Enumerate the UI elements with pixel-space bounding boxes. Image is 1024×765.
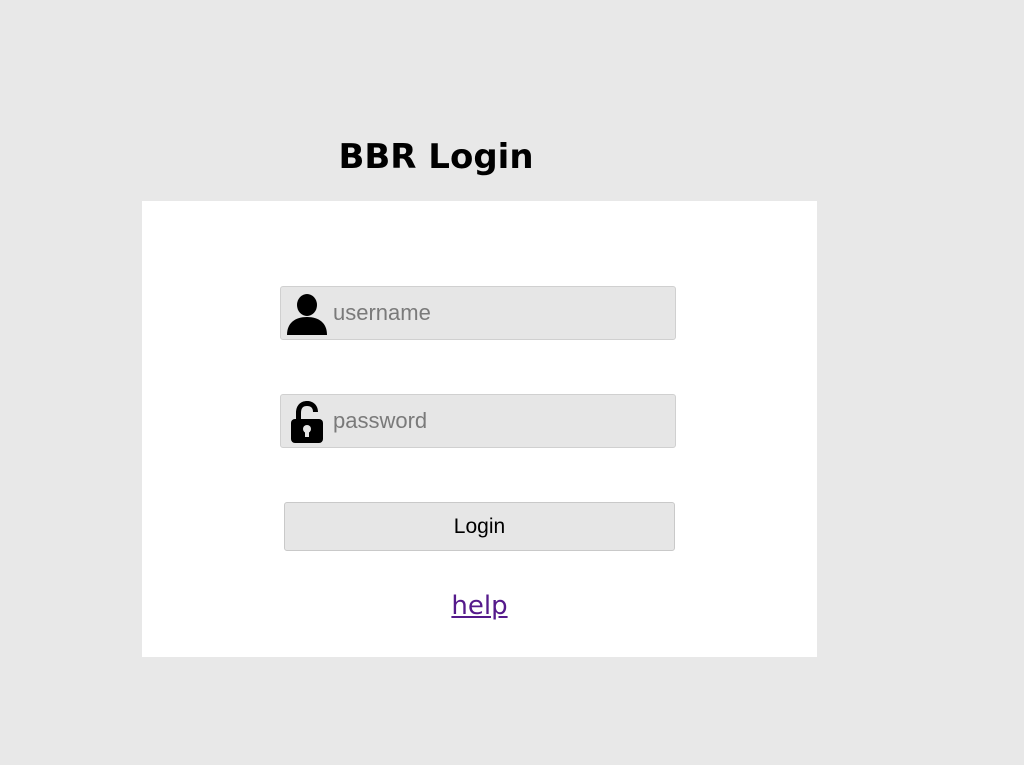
login-button[interactable]: Login [284, 502, 675, 551]
login-card: Login help [142, 201, 817, 657]
lock-icon [285, 401, 329, 443]
password-field[interactable] [280, 394, 676, 448]
help-link-container: help [142, 588, 817, 624]
help-link[interactable]: help [451, 591, 507, 621]
password-input[interactable] [333, 395, 663, 447]
username-field[interactable] [280, 286, 676, 340]
username-input[interactable] [333, 287, 663, 339]
page-title: BBR Login [338, 137, 534, 177]
user-icon [285, 293, 329, 335]
